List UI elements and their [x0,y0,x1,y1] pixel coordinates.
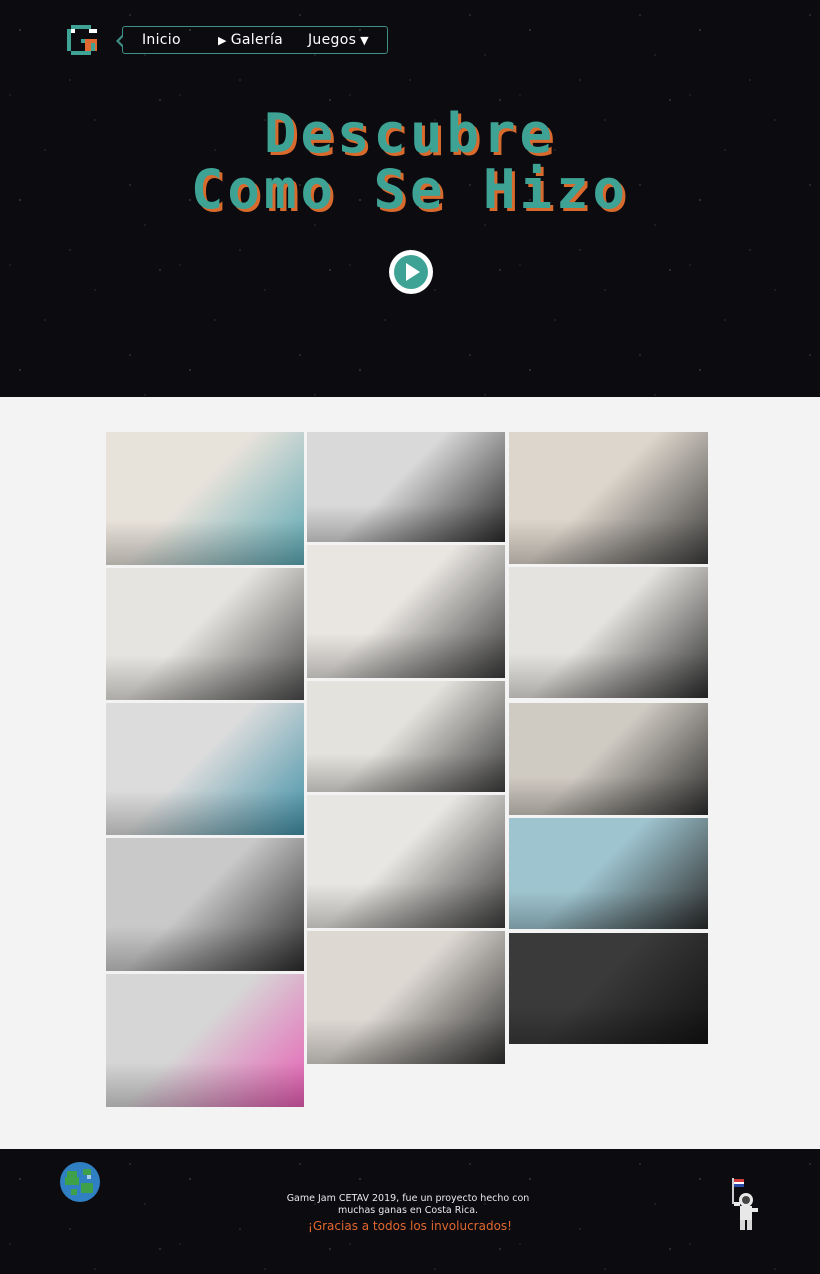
hero-title: Descubre Como Se Hizo [0,106,820,218]
footer-credit-line-1: Game Jam CETAV 2019, fue un proyecto hec… [286,1193,530,1204]
photo-speaker-gesture[interactable] [307,931,505,1064]
hero-section: Inicio ▶ Galería Juegos ▼ Descubre Como … [0,0,820,397]
play-icon [394,255,428,289]
photo-shade [106,790,304,835]
photo-audience-projector[interactable] [509,933,708,1044]
photo-team-laptop-1[interactable] [106,432,304,565]
photo-presentation-poster[interactable] [307,795,505,928]
photo-shade [307,1018,505,1064]
nav-item-juegos[interactable]: Juegos ▼ [308,32,369,48]
photo-shade [509,519,708,564]
photo-shade [307,754,505,792]
photo-shade [509,891,708,929]
nav-item-inicio[interactable]: Inicio [142,32,181,48]
footer-credit-line-2: muchas ganas en Costa Rica. [337,1205,479,1216]
photo-monitor-work[interactable] [509,567,708,698]
photo-shade [307,632,505,678]
photo-shade [509,776,708,815]
photo-shade [106,925,304,971]
play-icon: ▶ [218,33,227,47]
photo-computer-lab-2[interactable] [307,545,505,678]
chevron-down-icon: ▼ [360,33,369,47]
nav-item-label: Juegos [308,32,357,48]
photo-shade [307,882,505,928]
photo-shade [106,655,304,700]
footer-credit: Game Jam CETAV 2019, fue un proyecto hec… [260,1193,556,1217]
photo-computer-lab-1[interactable] [307,432,505,542]
play-video-button[interactable] [389,250,433,294]
photo-group-stage[interactable] [106,838,304,971]
photo-shade [307,504,505,542]
photo-whiteboard-talk-1[interactable] [106,568,304,700]
globe-icon [60,1162,100,1202]
photo-shade [106,519,304,565]
photo-shade [509,1006,708,1044]
photo-drawing-map[interactable] [509,703,708,815]
photo-whiteboard-sticky[interactable] [307,681,505,792]
photo-laptop-meeting[interactable] [509,432,708,564]
nav-item-label: Galería [230,32,284,48]
nav-item-label: Inicio [142,32,181,48]
photo-gallery [0,397,820,1149]
hero-title-line-2: Como Se Hizo [190,158,630,221]
astronaut-icon [732,1178,758,1230]
footer-thanks: ¡Gracias a todos los involucrados! [308,1219,512,1233]
photo-shade [106,1061,304,1107]
nav-item-galeria[interactable]: ▶ Galería [218,32,283,48]
photo-computer-lab-3[interactable] [106,703,304,835]
main-nav: Inicio ▶ Galería Juegos ▼ [116,26,388,54]
logo-icon[interactable] [67,25,101,55]
photo-sticky-notes-table[interactable] [106,974,304,1107]
hero-title-line-1: Descubre [263,102,557,165]
photo-shade [509,653,708,698]
photo-projected-map[interactable] [509,818,708,929]
